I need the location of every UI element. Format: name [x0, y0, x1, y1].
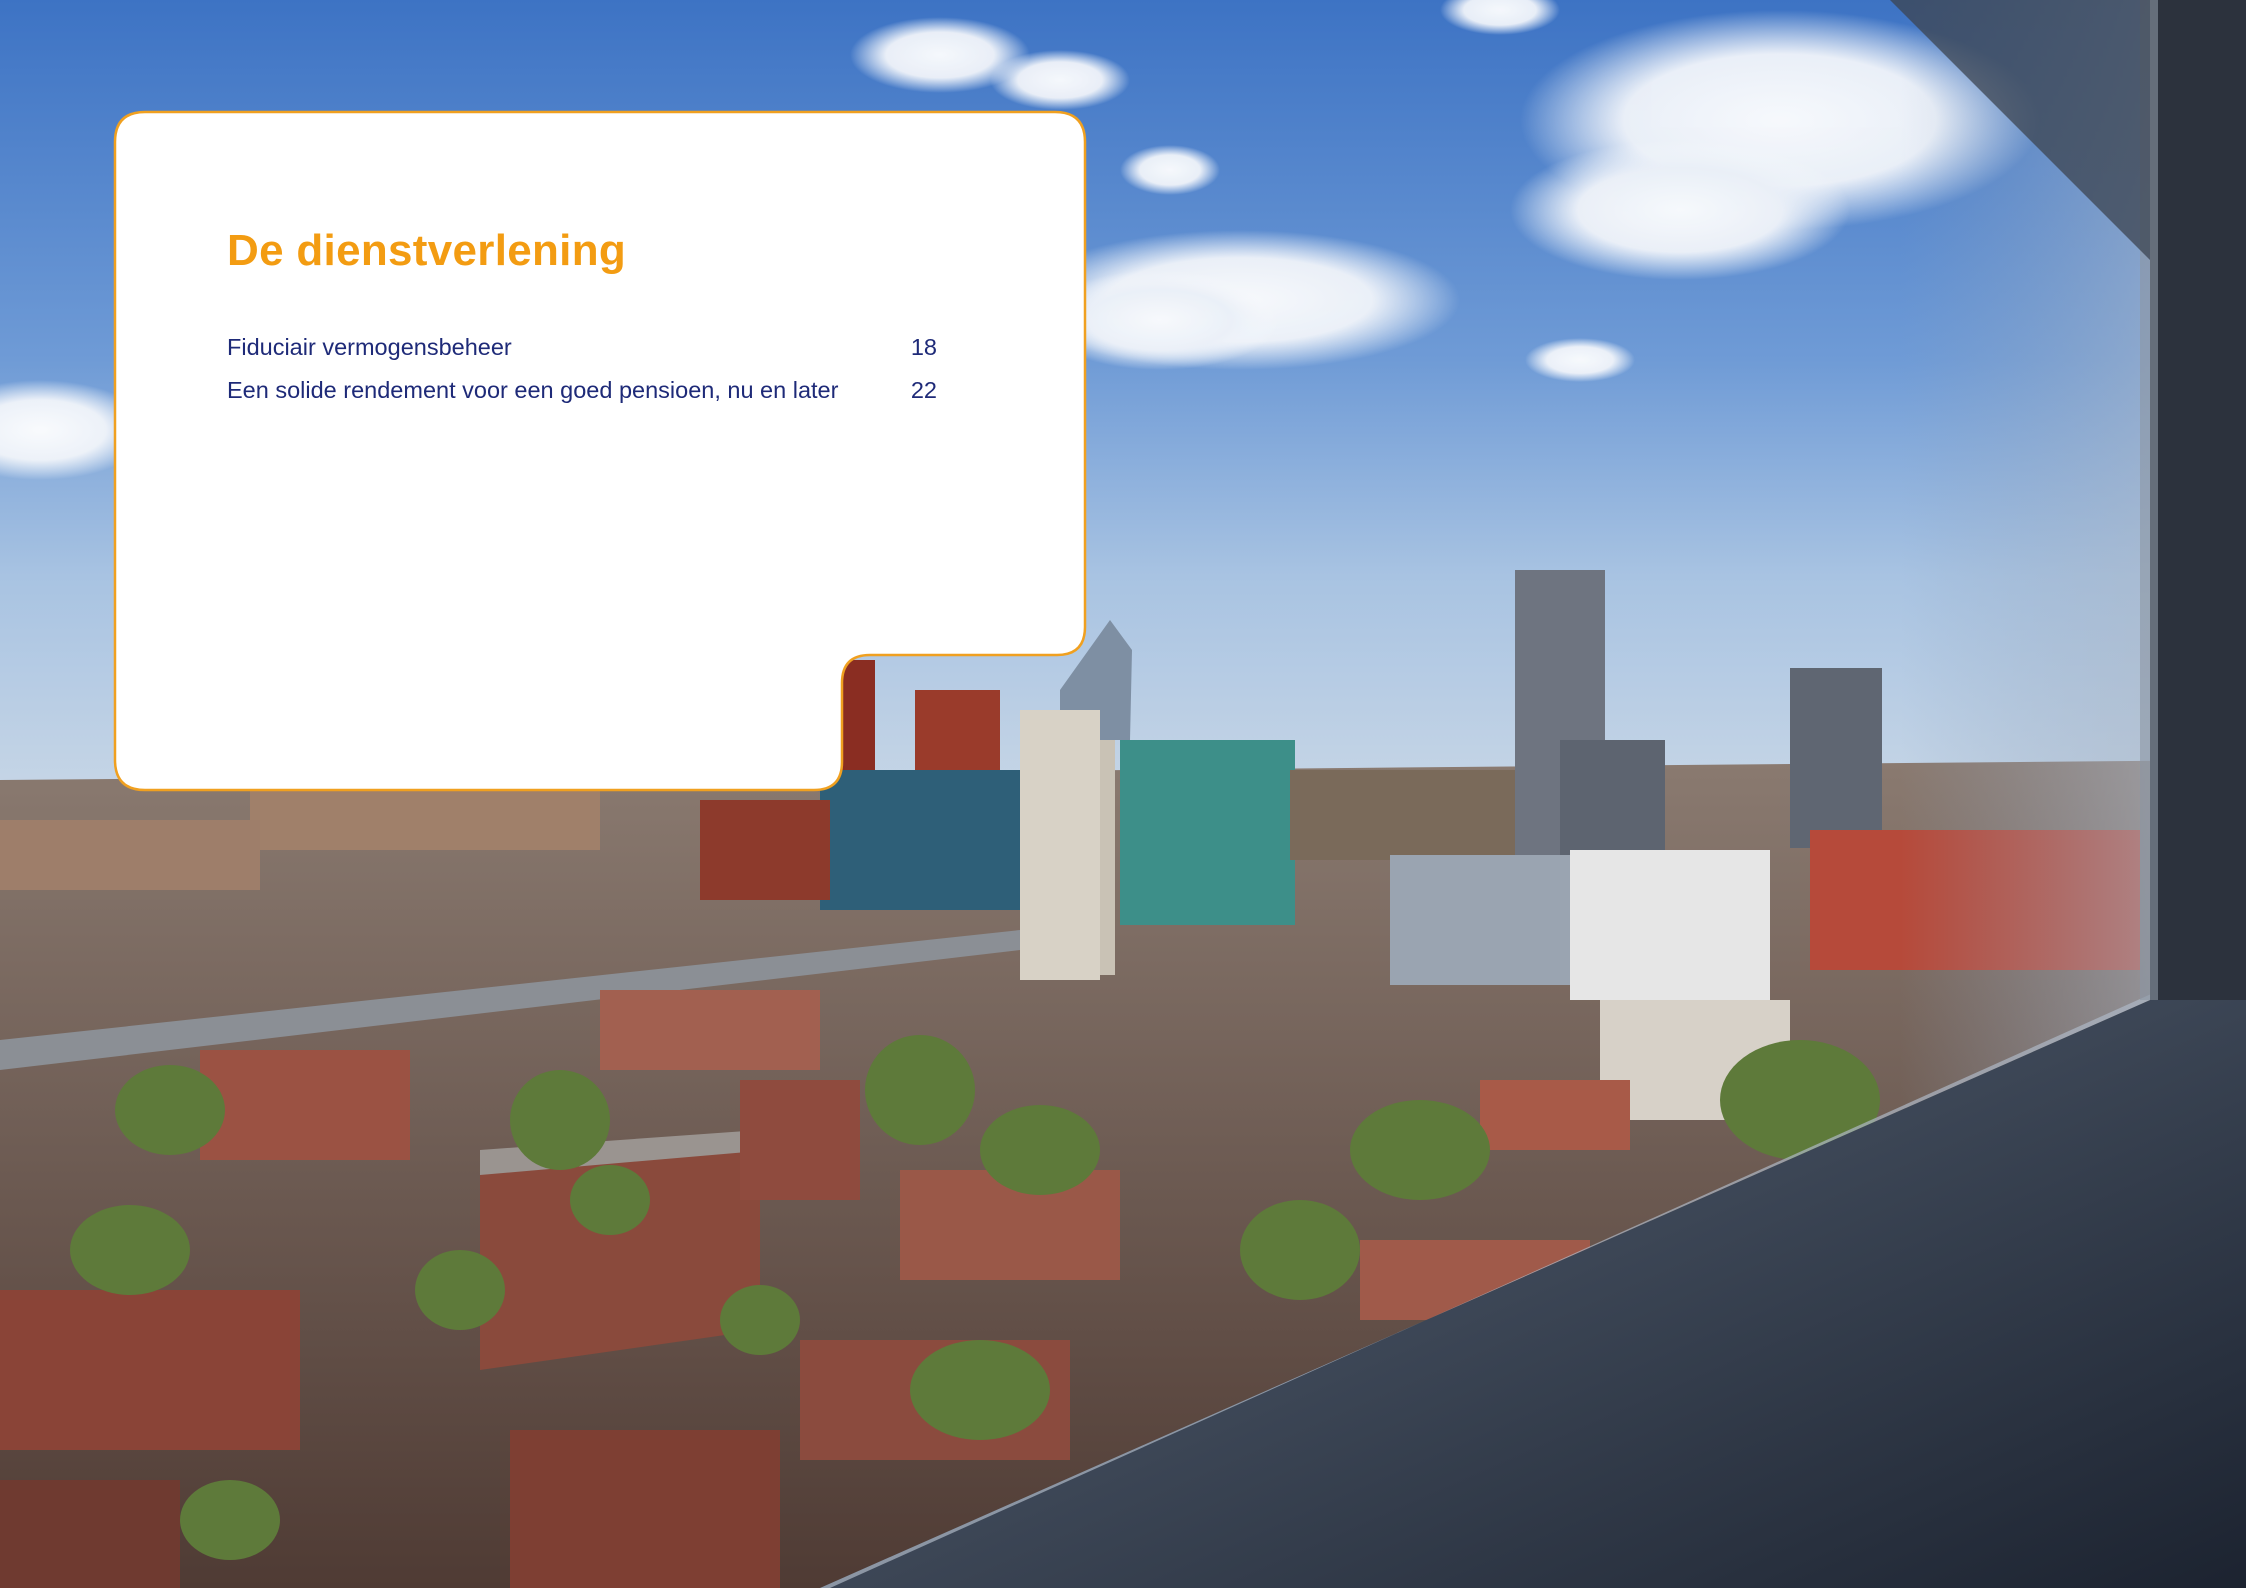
- toc-entry-label: Fiduciair vermogensbeheer: [227, 334, 512, 360]
- toc-content: De dienstverlening Fiduciair vermogensbe…: [227, 226, 937, 412]
- toc-entry[interactable]: Een solide rendement voor een goed pensi…: [227, 369, 937, 412]
- toc-entry-label: Een solide rendement voor een goed pensi…: [227, 377, 839, 403]
- toc-entry-page: 18: [910, 334, 937, 360]
- toc-entry[interactable]: Fiduciair vermogensbeheer 18: [227, 326, 937, 369]
- section-title: De dienstverlening: [227, 226, 627, 275]
- toc-entry-page: 22: [910, 377, 937, 403]
